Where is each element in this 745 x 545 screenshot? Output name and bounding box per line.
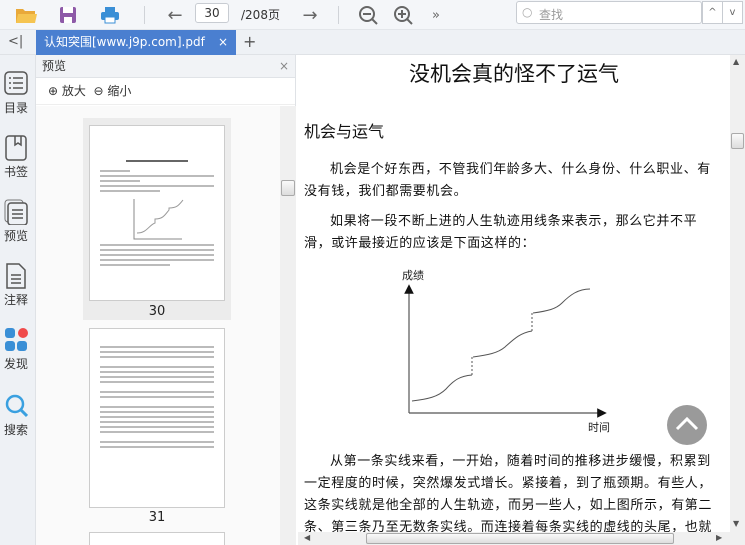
- previous-page-icon[interactable]: ←: [163, 3, 187, 27]
- thumbnail-page-30[interactable]: [89, 125, 225, 301]
- rail-label: 注释: [3, 293, 28, 307]
- document-page: 没机会真的怪不了运气 机会与运气 机会是个好东西，不管我们年龄多大、什么身份、什…: [298, 55, 730, 532]
- rail-label: 发现: [3, 357, 28, 371]
- scroll-to-top-button[interactable]: [667, 405, 707, 445]
- search-next-button[interactable]: v: [722, 1, 743, 24]
- tab-title: 认知突围[www.j9p.com].pdf: [44, 35, 205, 49]
- sidebar-rail: 目录 书签 预览 注释 发现 搜索: [0, 55, 36, 545]
- next-page-icon[interactable]: →: [298, 3, 322, 27]
- zoom-out-icon[interactable]: [356, 3, 380, 27]
- page-number-input[interactable]: 30: [195, 3, 229, 23]
- zoom-out-label: 缩小: [107, 84, 132, 98]
- search-input[interactable]: ○ 查找: [516, 1, 702, 24]
- search-icon: ○: [522, 5, 533, 19]
- document-vertical-scrollbar[interactable]: ▲ ▼: [730, 55, 745, 532]
- chevron-up-icon: [675, 416, 699, 431]
- scrollbar-thumb[interactable]: [281, 180, 295, 196]
- save-icon[interactable]: [56, 3, 80, 27]
- thumbnail-scrollbar[interactable]: [280, 106, 296, 545]
- rail-label: 目录: [3, 101, 28, 115]
- document-title: 没机会真的怪不了运气: [409, 62, 619, 86]
- growth-figure: 成绩 时间: [402, 269, 610, 434]
- x-axis-label: 时间: [588, 421, 610, 434]
- sidebar-item-toc[interactable]: 目录: [0, 71, 32, 116]
- solid-line-3: [532, 288, 591, 314]
- bookmark-icon: [5, 135, 27, 161]
- paragraph: 机会是个好东西，不管我们年龄多大、什么身份、什么职业、有没有钱，我们都需要机会。: [304, 162, 711, 199]
- thumbnail-page-31[interactable]: [89, 328, 225, 508]
- search-previous-button[interactable]: ^: [702, 1, 723, 24]
- rail-label: 预览: [3, 229, 28, 243]
- section-heading: 机会与运气: [304, 122, 385, 141]
- thumbnail-page-number: 30: [148, 304, 166, 319]
- close-tab-icon[interactable]: ×: [218, 30, 228, 55]
- tab-document[interactable]: 认知突围[www.j9p.com].pdf ×: [36, 30, 236, 55]
- zoom-in-icon[interactable]: [391, 3, 415, 27]
- thumbnail-page-number: 31: [148, 510, 166, 525]
- solid-line-2: [472, 330, 533, 358]
- close-panel-icon[interactable]: ×: [279, 55, 289, 78]
- y-axis-label: 成绩: [402, 269, 424, 282]
- sidebar-item-search[interactable]: 搜索: [0, 393, 32, 438]
- list-icon: [4, 71, 28, 95]
- panel-title: 预览: [42, 59, 67, 73]
- new-tab-button[interactable]: +: [243, 32, 256, 51]
- thumbnail-page-32[interactable]: [89, 532, 225, 545]
- rail-label: 搜索: [3, 423, 28, 437]
- print-icon[interactable]: [98, 3, 122, 27]
- open-folder-icon[interactable]: [14, 3, 38, 27]
- paragraph: 如果将一段不断上进的人生轨迹用线条来表示，那么它并不平滑，或许最接近的应该是下面…: [304, 214, 698, 251]
- sidebar-item-bookmarks[interactable]: 书签: [0, 135, 32, 180]
- page-total: /208页: [241, 8, 280, 22]
- tab-bar: <| 认知突围[www.j9p.com].pdf × +: [0, 30, 745, 55]
- note-icon: [6, 263, 26, 289]
- sidebar-item-annotations[interactable]: 注释: [0, 263, 32, 308]
- thumbnail-list: 30 31: [36, 106, 280, 545]
- rail-label: 书签: [3, 165, 28, 179]
- scrollbar-thumb[interactable]: [731, 133, 744, 149]
- solid-line-1: [411, 374, 473, 402]
- zoom-out-button[interactable]: ⊖ 缩小: [94, 84, 132, 98]
- collapse-sidebar-button[interactable]: <|: [8, 34, 23, 49]
- apps-icon: [5, 328, 28, 351]
- zoom-in-label: 放大: [61, 84, 86, 98]
- zoom-in-button[interactable]: ⊕ 放大: [48, 84, 86, 98]
- paragraph: 从第一条实线来看，一开始，随着时间的推移进步缓慢，积累到一定程度的时候，突然爆发…: [304, 454, 713, 532]
- sidebar-item-preview[interactable]: 预览: [0, 199, 32, 244]
- sidebar-item-discover[interactable]: 发现: [0, 327, 32, 372]
- toolbar: ← 30 /208页 → » ○ 查找 ^ v: [0, 0, 745, 30]
- search-placeholder: 查找: [539, 8, 564, 22]
- more-tools-button[interactable]: »: [424, 3, 448, 27]
- preview-panel: 预览 × ⊕ 放大 ⊖ 缩小 30 31: [36, 55, 296, 545]
- pages-icon: [4, 199, 28, 225]
- document-horizontal-scrollbar[interactable]: ◀ ▶: [298, 532, 745, 545]
- scrollbar-thumb[interactable]: [366, 533, 674, 544]
- search-icon: [5, 394, 28, 418]
